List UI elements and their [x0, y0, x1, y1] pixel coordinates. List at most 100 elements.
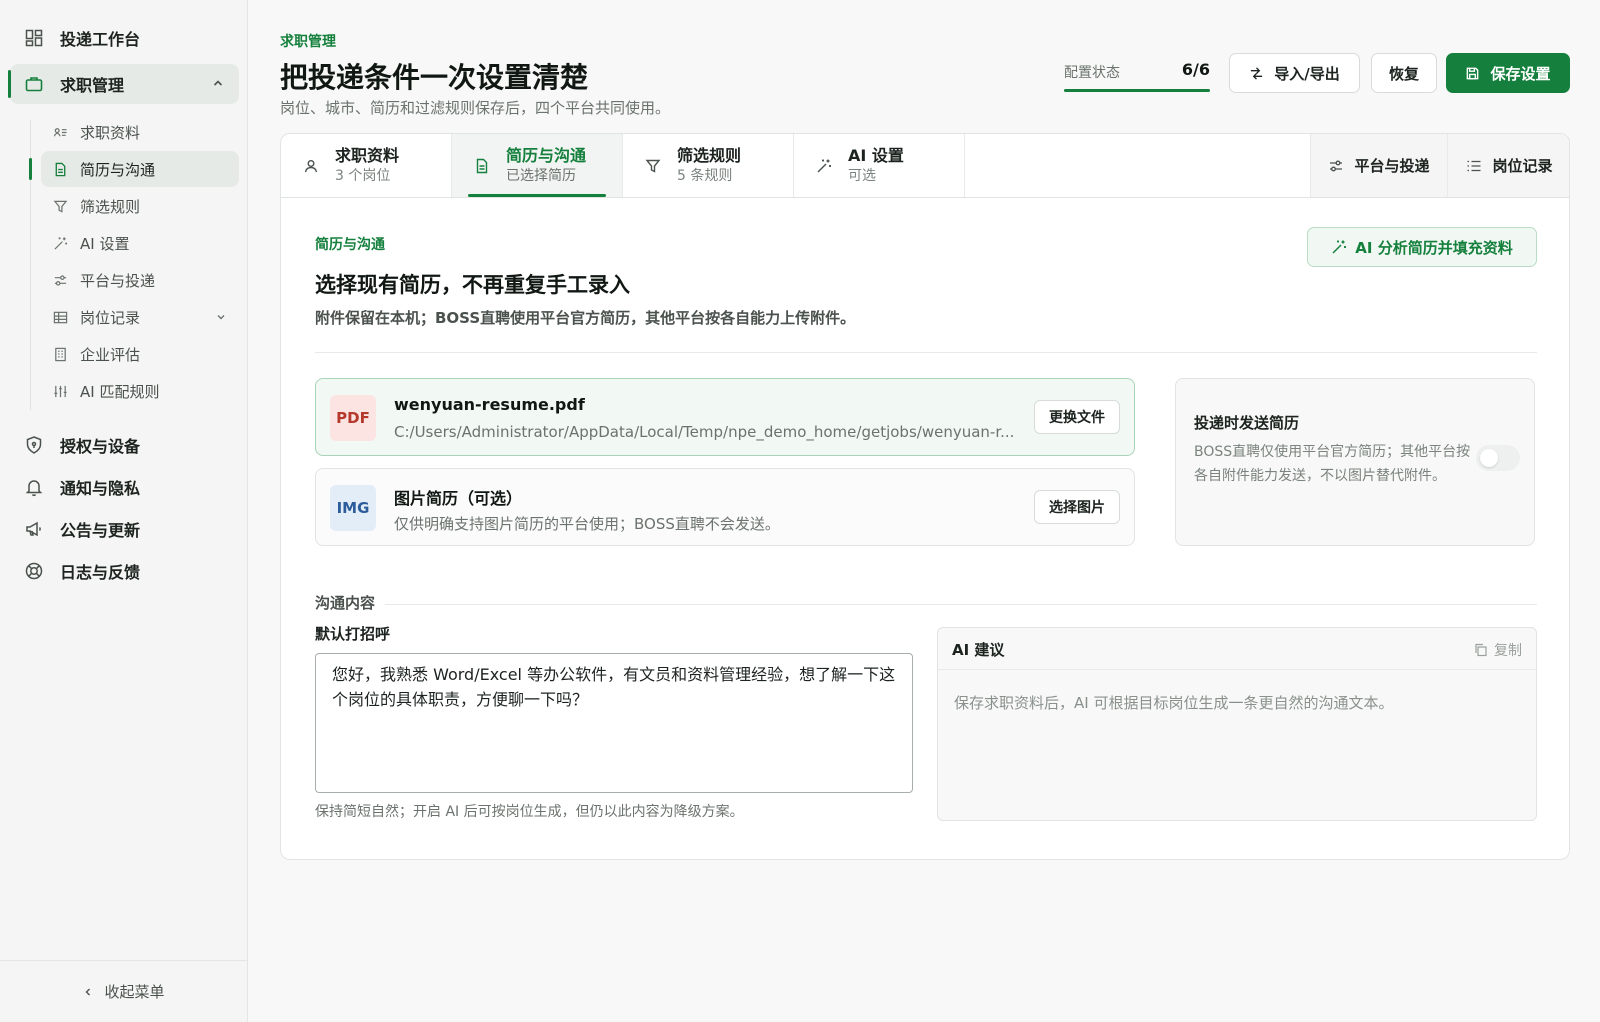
greeting-hint: 保持简短自然；开启 AI 后可按岗位生成，但仍以此内容为降级方案。 — [315, 804, 744, 820]
tab-title: AI 设置 — [848, 146, 904, 165]
settings-card: 求职资料 3 个岗位 简历与沟通 已选择简历 筛选规则 5 条规则 AI 设置 … — [280, 133, 1570, 860]
user-icon — [304, 159, 318, 172]
greeting-label: 默认打招呼 — [315, 625, 391, 643]
tab-subtitle: 5 条规则 — [677, 168, 733, 184]
pdf-file-badge: PDF — [330, 395, 376, 441]
import-export-button[interactable]: 导入/导出 — [1229, 53, 1360, 93]
sidebar-item-label: 日志与反馈 — [60, 563, 141, 582]
page-title: 把投递条件一次设置清楚 — [280, 61, 589, 94]
tab-ai-settings[interactable]: AI 设置 可选 — [794, 134, 965, 197]
list-icon — [1467, 160, 1481, 171]
table-icon — [53, 311, 68, 323]
sidebar-sub-item-filters[interactable]: 筛选规则 — [41, 188, 239, 224]
sidebar-sub-item-platforms[interactable]: 平台与投递 — [41, 262, 239, 298]
config-status-value: 6/6 — [1181, 60, 1210, 79]
tab-link-label: 岗位记录 — [1492, 157, 1553, 175]
building-icon — [55, 347, 66, 361]
ai-analyze-resume-button[interactable]: AI 分析简历并填充资料 — [1307, 227, 1537, 267]
dashboard-icon — [25, 29, 43, 47]
save-settings-button[interactable]: 保存设置 — [1446, 53, 1570, 93]
import-export-label: 导入/导出 — [1274, 64, 1340, 83]
sidebar-item-dashboard[interactable]: 投递工作台 — [10, 18, 239, 58]
tab-link-platforms[interactable]: 平台与投递 — [1310, 134, 1447, 197]
save-settings-label: 保存设置 — [1490, 64, 1551, 83]
toggle-knob — [1480, 449, 1498, 467]
sidebar-sub-item-label: 岗位记录 — [80, 308, 141, 327]
config-status: 配置状态 6/6 — [1064, 58, 1210, 92]
magic-wand-icon — [817, 159, 831, 172]
document-icon — [476, 158, 488, 173]
sidebar-sub-item-label: 企业评估 — [80, 345, 141, 364]
sidebar-sub-item-label: 平台与投递 — [80, 271, 156, 290]
ai-analyze-resume-label: AI 分析简历并填充资料 — [1355, 238, 1513, 257]
section-divider — [315, 352, 1537, 353]
id-card-icon — [53, 127, 67, 136]
copy-label: 复制 — [1494, 643, 1522, 659]
tab-link-label: 平台与投递 — [1354, 157, 1430, 175]
sidebar-sub-item-label: 筛选规则 — [80, 197, 141, 216]
sidebar-item-label: 授权与设备 — [60, 437, 141, 456]
ai-suggestion-placeholder: 保存求职资料后，AI 可根据目标岗位生成一条更自然的沟通文本。 — [954, 694, 1394, 712]
replace-file-button[interactable]: 更换文件 — [1034, 400, 1120, 434]
bell-icon — [25, 480, 43, 497]
sidebar-item-label: 投递工作台 — [60, 30, 141, 49]
chevron-down-icon[interactable] — [215, 311, 227, 323]
pdf-file-name: wenyuan-resume.pdf — [394, 395, 585, 414]
select-image-button[interactable]: 选择图片 — [1034, 490, 1120, 524]
ai-suggestion-header: AI 建议 复制 — [938, 628, 1536, 670]
image-file-badge: IMG — [330, 485, 376, 531]
section-subtitle: 附件保留在本机；BOSS直聘使用平台官方简历，其他平台按各自能力上传附件。 — [315, 309, 856, 327]
greeting-textarea[interactable]: 您好，我熟悉 Word/Excel 等办公软件，有文员和资料管理经验，想了解一下… — [315, 653, 913, 793]
magic-wand-icon — [1332, 240, 1347, 254]
send-resume-toggle[interactable] — [1476, 445, 1520, 471]
config-progress-fill — [1064, 89, 1210, 92]
sliders-icon — [54, 274, 67, 286]
sidebar-sub-item-ai-settings[interactable]: AI 设置 — [41, 225, 239, 261]
communication-section-label: 沟通内容 — [315, 594, 376, 612]
sidebar: 投递工作台 求职管理 求职资料 简历与沟通 筛选规则 AI 设置 平台与投递 岗… — [0, 0, 248, 1022]
filter-icon — [645, 159, 661, 173]
sidebar-sub-item-ai-match-rules[interactable]: AI 匹配规则 — [41, 373, 239, 409]
image-resume-row: IMG 图片简历（可选） 仅供明确支持图片简历的平台使用；BOSS直聘不会发送。… — [315, 468, 1135, 546]
sidebar-sub-item-label: AI 设置 — [80, 234, 130, 253]
tab-title: 筛选规则 — [677, 146, 742, 165]
sidebar-sub-item-label: 求职资料 — [80, 123, 141, 142]
restore-label: 恢复 — [1388, 64, 1419, 83]
tab-subtitle: 3 个岗位 — [335, 168, 391, 184]
config-status-label: 配置状态 — [1064, 65, 1120, 81]
sidebar-item-announcements[interactable]: 公告与更新 — [10, 509, 239, 549]
copy-button[interactable]: 复制 — [1474, 640, 1522, 660]
section-title: 选择现有简历，不再重复手工录入 — [315, 273, 630, 297]
sidebar-item-auth-devices[interactable]: 授权与设备 — [10, 425, 239, 465]
sidebar-sub-item-resume[interactable]: 简历与沟通 — [29, 151, 239, 187]
sidebar-sub-item-company-eval[interactable]: 企业评估 — [41, 336, 239, 372]
sidebar-item-label: 公告与更新 — [60, 521, 141, 540]
ai-suggestion-panel: AI 建议 复制 保存求职资料后，AI 可根据目标岗位生成一条更自然的沟通文本。 — [937, 627, 1537, 821]
chevron-up-icon[interactable] — [211, 76, 225, 90]
tab-link-job-records[interactable]: 岗位记录 — [1447, 134, 1569, 197]
settings-tabs: 求职资料 3 个岗位 简历与沟通 已选择简历 筛选规则 5 条规则 AI 设置 … — [281, 134, 1569, 198]
tab-resume-communication[interactable]: 简历与沟通 已选择简历 — [452, 134, 623, 197]
briefcase-icon — [25, 77, 43, 92]
collapse-menu-label: 收起菜单 — [104, 983, 165, 1001]
sliders-icon — [1330, 160, 1343, 171]
collapse-menu-button[interactable]: 收起菜单 — [0, 960, 247, 1022]
sidebar-sub-item-label: 简历与沟通 — [80, 160, 156, 179]
magic-wand-icon — [54, 236, 68, 250]
sidebar-item-label: 通知与隐私 — [60, 479, 141, 498]
sidebar-sub-item-profile[interactable]: 求职资料 — [41, 114, 239, 150]
tab-profile[interactable]: 求职资料 3 个岗位 — [281, 134, 452, 197]
shield-icon — [26, 436, 42, 454]
tab-filter-rules[interactable]: 筛选规则 5 条规则 — [623, 134, 794, 197]
tab-title: 求职资料 — [335, 146, 400, 165]
pdf-file-path: C:/Users/Administrator/AppData/Local/Tem… — [394, 423, 1015, 441]
sidebar-item-logs-feedback[interactable]: 日志与反馈 — [10, 551, 239, 591]
document-icon — [55, 162, 66, 176]
pdf-resume-row: PDF wenyuan-resume.pdf C:/Users/Administ… — [315, 378, 1135, 456]
sidebar-item-notify-privacy[interactable]: 通知与隐私 — [10, 467, 239, 507]
sidebar-item-job-management[interactable]: 求职管理 — [8, 64, 239, 104]
restore-button[interactable]: 恢复 — [1371, 53, 1437, 93]
image-resume-title: 图片简历（可选） — [394, 489, 523, 508]
sidebar-sub-item-job-records[interactable]: 岗位记录 — [41, 299, 239, 335]
tab-subtitle: 已选择简历 — [506, 168, 576, 184]
